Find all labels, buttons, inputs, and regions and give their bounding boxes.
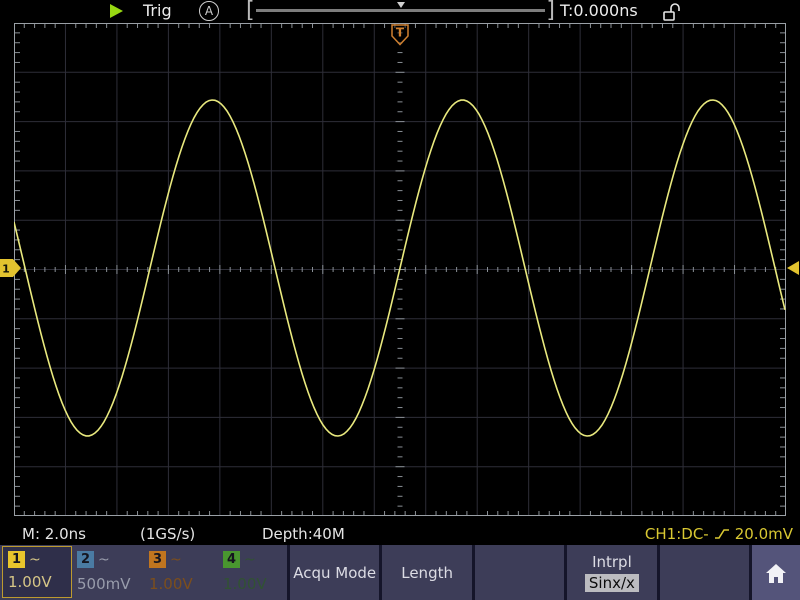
unlock-icon	[662, 2, 680, 22]
timebase-readout: M: 2.0ns	[22, 525, 86, 543]
position-bar-line	[256, 9, 546, 12]
position-marker-icon[interactable]	[397, 2, 405, 8]
intrpl-selected-value: Sinx/x	[585, 574, 639, 592]
channel-2-scale: 500mV	[77, 575, 131, 593]
channel-3-badge: 3	[149, 551, 166, 568]
trigger-time-offset: T:0.000ns	[560, 1, 638, 20]
channel-2-indicator[interactable]: 2 ~ 500mV	[76, 550, 132, 594]
softkey-empty-2[interactable]	[657, 545, 749, 600]
ch1-zero-level-marker-icon[interactable]: 1	[0, 259, 22, 277]
run-state-play-icon[interactable]	[110, 4, 123, 18]
channel-1-scale: 1.00V	[8, 573, 66, 591]
channel-1-badge: 1	[8, 551, 25, 568]
trigger-readout: CH1:DC- 20.0mV	[645, 525, 793, 543]
rising-edge-icon	[714, 527, 730, 541]
softkey-empty-1[interactable]	[472, 545, 564, 600]
record-depth-readout: Depth:40M	[262, 525, 345, 543]
home-button[interactable]	[749, 545, 800, 600]
oscilloscope-screen: Trig A [ ] T:0.000ns T 1 M: 2.0ns (1GS/s…	[0, 0, 800, 600]
softkey-menu-bar: 1 ~ 1.00V 2 ~ 500mV 3 ~ 1.00V	[0, 545, 800, 600]
position-bar-right-bracket: ]	[546, 1, 555, 21]
trigger-level-marker-icon[interactable]	[786, 260, 800, 276]
channel-4-indicator[interactable]: 4 ~ 1.00V	[222, 550, 268, 594]
top-bar: Trig A [ ] T:0.000ns	[0, 0, 800, 23]
position-bar-left-bracket: [	[246, 1, 255, 21]
trigger-status-label: Trig	[143, 1, 172, 20]
channel-1-coupling: ~	[29, 552, 41, 568]
svg-text:1: 1	[2, 263, 10, 276]
horizontal-position-bar[interactable]: [ ]	[246, 0, 555, 21]
status-bar: M: 2.0ns (1GS/s) Depth:40M CH1:DC- 20.0m…	[0, 524, 800, 545]
channel-2-badge: 2	[77, 551, 94, 568]
channel-1-indicator[interactable]: 1 ~ 1.00V	[2, 546, 72, 598]
softkey-intrpl[interactable]: Intrpl Sinx/x	[564, 545, 656, 600]
channel-3-scale: 1.00V	[149, 575, 193, 593]
sample-rate-readout: (1GS/s)	[140, 525, 195, 543]
trigger-position-marker-icon[interactable]: T	[390, 24, 410, 46]
trigger-source-label: CH1:DC-	[645, 525, 709, 543]
softkey-length[interactable]: Length	[379, 545, 471, 600]
trigger-level-readout: 20.0mV	[735, 525, 793, 543]
channel-4-badge: 4	[223, 551, 240, 568]
auto-trigger-mode-icon: A	[199, 1, 219, 21]
channel-status-area: 1 ~ 1.00V 2 ~ 500mV 3 ~ 1.00V	[0, 545, 287, 600]
waveform-display	[14, 23, 786, 516]
channel-3-indicator[interactable]: 3 ~ 1.00V	[148, 550, 194, 594]
softkey-acqu-mode[interactable]: Acqu Mode	[287, 545, 379, 600]
channel-4-coupling: ~	[244, 552, 256, 568]
channel-2-coupling: ~	[98, 552, 110, 568]
channel-3-coupling: ~	[170, 552, 182, 568]
home-icon	[764, 562, 788, 584]
channel-4-scale: 1.00V	[223, 575, 267, 593]
svg-text:T: T	[396, 26, 405, 40]
